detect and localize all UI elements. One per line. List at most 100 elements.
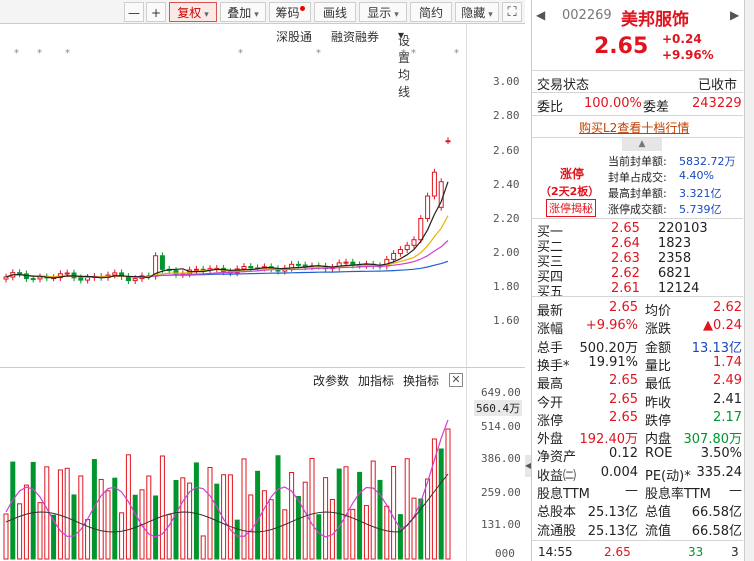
stat-label: 均价 [645,304,672,319]
limitup-val: 3.321亿 [679,187,722,200]
volume-bar [180,477,186,560]
limitup-key: 当前封单额: [608,155,667,168]
volume-bar [377,479,383,560]
yincang-dropdown[interactable]: 隐藏 [455,2,499,22]
volume-bar [234,519,240,560]
stat-label: 最新 [537,304,564,319]
chart-subtoolbar: 深股通 融资融券 设置均线 ▾ [0,24,466,99]
volume-bar [323,477,329,560]
stat-label: 总值 [645,505,672,521]
rongzi-link[interactable]: 融资融券 [331,28,379,45]
volume-bar [370,460,376,560]
xianshi-dropdown[interactable]: 显示 [359,2,407,22]
vol-tick: 386.00 [481,452,521,465]
diejia-dropdown[interactable]: 叠加 [220,2,266,22]
candle-body [295,263,301,266]
stat-label: 换手* [537,358,570,374]
prev-stock-arrow[interactable]: ◀ [536,8,545,22]
vol-cursor-label: 560.4万 [474,400,523,416]
zoom-out-button[interactable]: — [124,2,144,22]
add-indicator-button[interactable]: 加指标 [358,372,394,389]
side-strip [744,0,754,561]
xianshi-label: 显示 [367,6,392,20]
stat-value: 2.65 [609,409,638,425]
ma-marker-icon: * [454,48,459,59]
stat-value: +9.96% [585,318,638,334]
divider [531,115,743,116]
volume-bar [261,490,267,560]
stat-label: 股息TTM [537,487,590,502]
volume-bar [445,428,451,560]
stat-value: 192.40万 [579,432,639,448]
jianyue-button[interactable]: 简约 [410,2,452,22]
buy-level-volume: 2358 [658,251,692,266]
stat-label: 金额 [645,340,672,356]
candle-body [425,195,431,220]
stat-label: 最高 [537,377,564,393]
l2-link[interactable]: 购买L2查看十档行情 [579,119,689,136]
fuquan-dropdown[interactable]: 复权 [169,2,217,22]
candle-body [248,266,254,269]
switch-indicator-button[interactable]: 换指标 [403,372,439,389]
volume-bar [125,454,131,560]
stat-label: 最低 [645,377,672,393]
candle-body [397,249,403,254]
limitup-val: 4.40% [679,169,714,182]
vol-tick: 000 [495,547,515,560]
expand-up-icon[interactable]: ▲ [622,138,662,151]
candle-body [343,261,349,264]
notification-dot [299,6,305,11]
candle-body [64,272,70,275]
price-tick: 2.00 [493,246,520,259]
volume-bar [112,477,118,560]
candle-body [37,276,43,280]
stat-value: 335.24 [696,464,743,480]
huaxian-button[interactable]: 画线 [314,2,356,22]
chouma-label: 筹码 [275,6,300,20]
volume-bar [438,448,444,560]
shengutong-link[interactable]: 深股通 [276,28,312,45]
tick-count: 3 [731,545,739,559]
set-ma-dropdown[interactable]: 设置均线 ▾ [398,28,410,99]
limitup-days: （2天2板） [540,185,600,198]
panel-divider [0,367,525,368]
volume-bar [227,474,233,560]
stat-value: 25.13亿 [587,523,638,539]
volume-bar [384,505,390,560]
buy-level-price: 2.64 [611,236,640,251]
volume-bar [350,508,356,560]
volume-bar [119,512,125,560]
volume-bar [207,466,213,560]
stat-label: 涨幅 [537,322,564,338]
stat-value: 2.65 [609,391,638,407]
volume-bar [37,502,43,560]
stat-label: 昨收 [645,395,672,411]
candle-body [132,278,138,282]
fullscreen-icon[interactable]: ⛶ [502,2,522,22]
chouma-button[interactable]: 筹码 [269,2,311,22]
volume-bar [275,455,281,560]
volume-bar [71,494,77,560]
next-stock-arrow[interactable]: ▶ [730,8,739,22]
volume-bar [397,514,403,560]
stat-value: ▲0.24 [703,318,742,334]
stat-label: 内盘 [645,432,672,448]
volume-bar [98,478,104,560]
close-icon[interactable]: ✕ [449,373,463,387]
volume-chart[interactable] [0,392,466,561]
candle-body [159,255,165,270]
volume-bar [30,461,36,560]
limitup-reveal-button[interactable]: 涨停揭秘 [546,199,596,217]
divider [531,540,743,541]
zoom-in-button[interactable]: + [146,2,166,22]
limitup-val: 5.739亿 [679,203,722,216]
vol-tick: 259.00 [481,486,521,499]
stat-label: 跌停 [645,413,672,429]
kline-chart[interactable]: * * * * * * * * [0,46,466,366]
change-params-button[interactable]: 改参数 [313,372,349,389]
volume-bar [255,470,261,560]
vol-tick: 514.00 [481,420,521,433]
volume-bar [78,475,84,560]
candle-body [78,277,84,281]
stat-label: 今开 [537,395,564,411]
